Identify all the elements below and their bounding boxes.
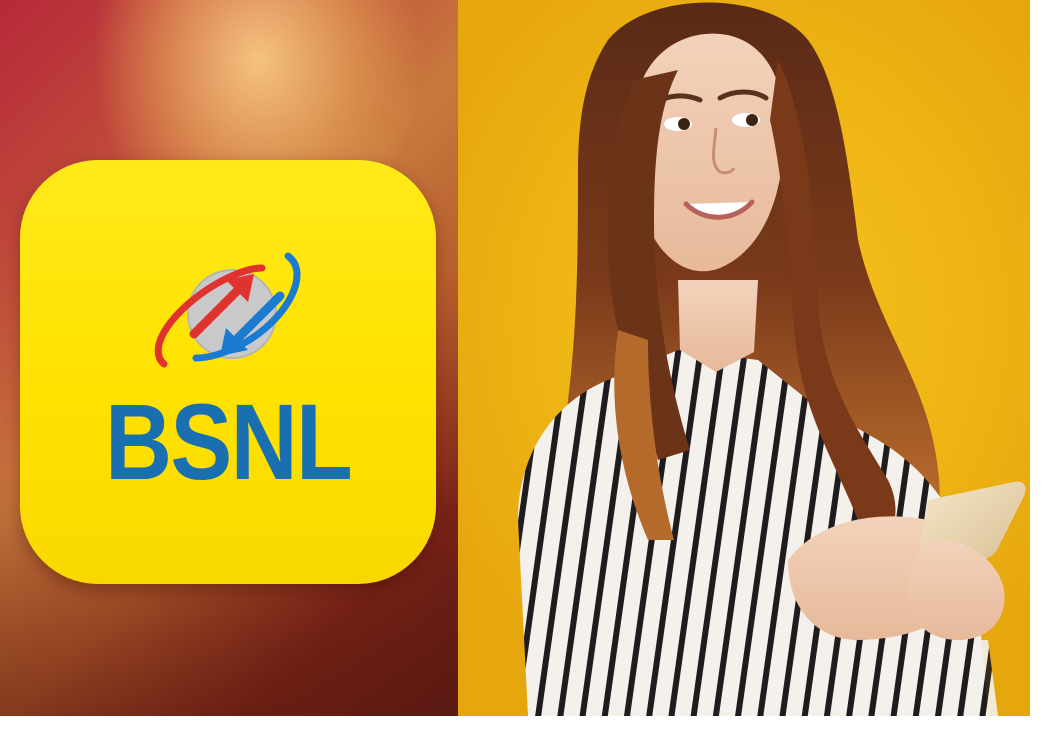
photo-panel (458, 0, 1030, 716)
image-frame: BSNL (0, 0, 1062, 730)
bsnl-logo-icon (154, 252, 301, 368)
brand-panel: BSNL (0, 0, 458, 716)
brand-name: BSNL (105, 381, 353, 502)
bsnl-app-icon: BSNL (20, 160, 436, 584)
woman-with-phone-photo (518, 2, 1026, 716)
